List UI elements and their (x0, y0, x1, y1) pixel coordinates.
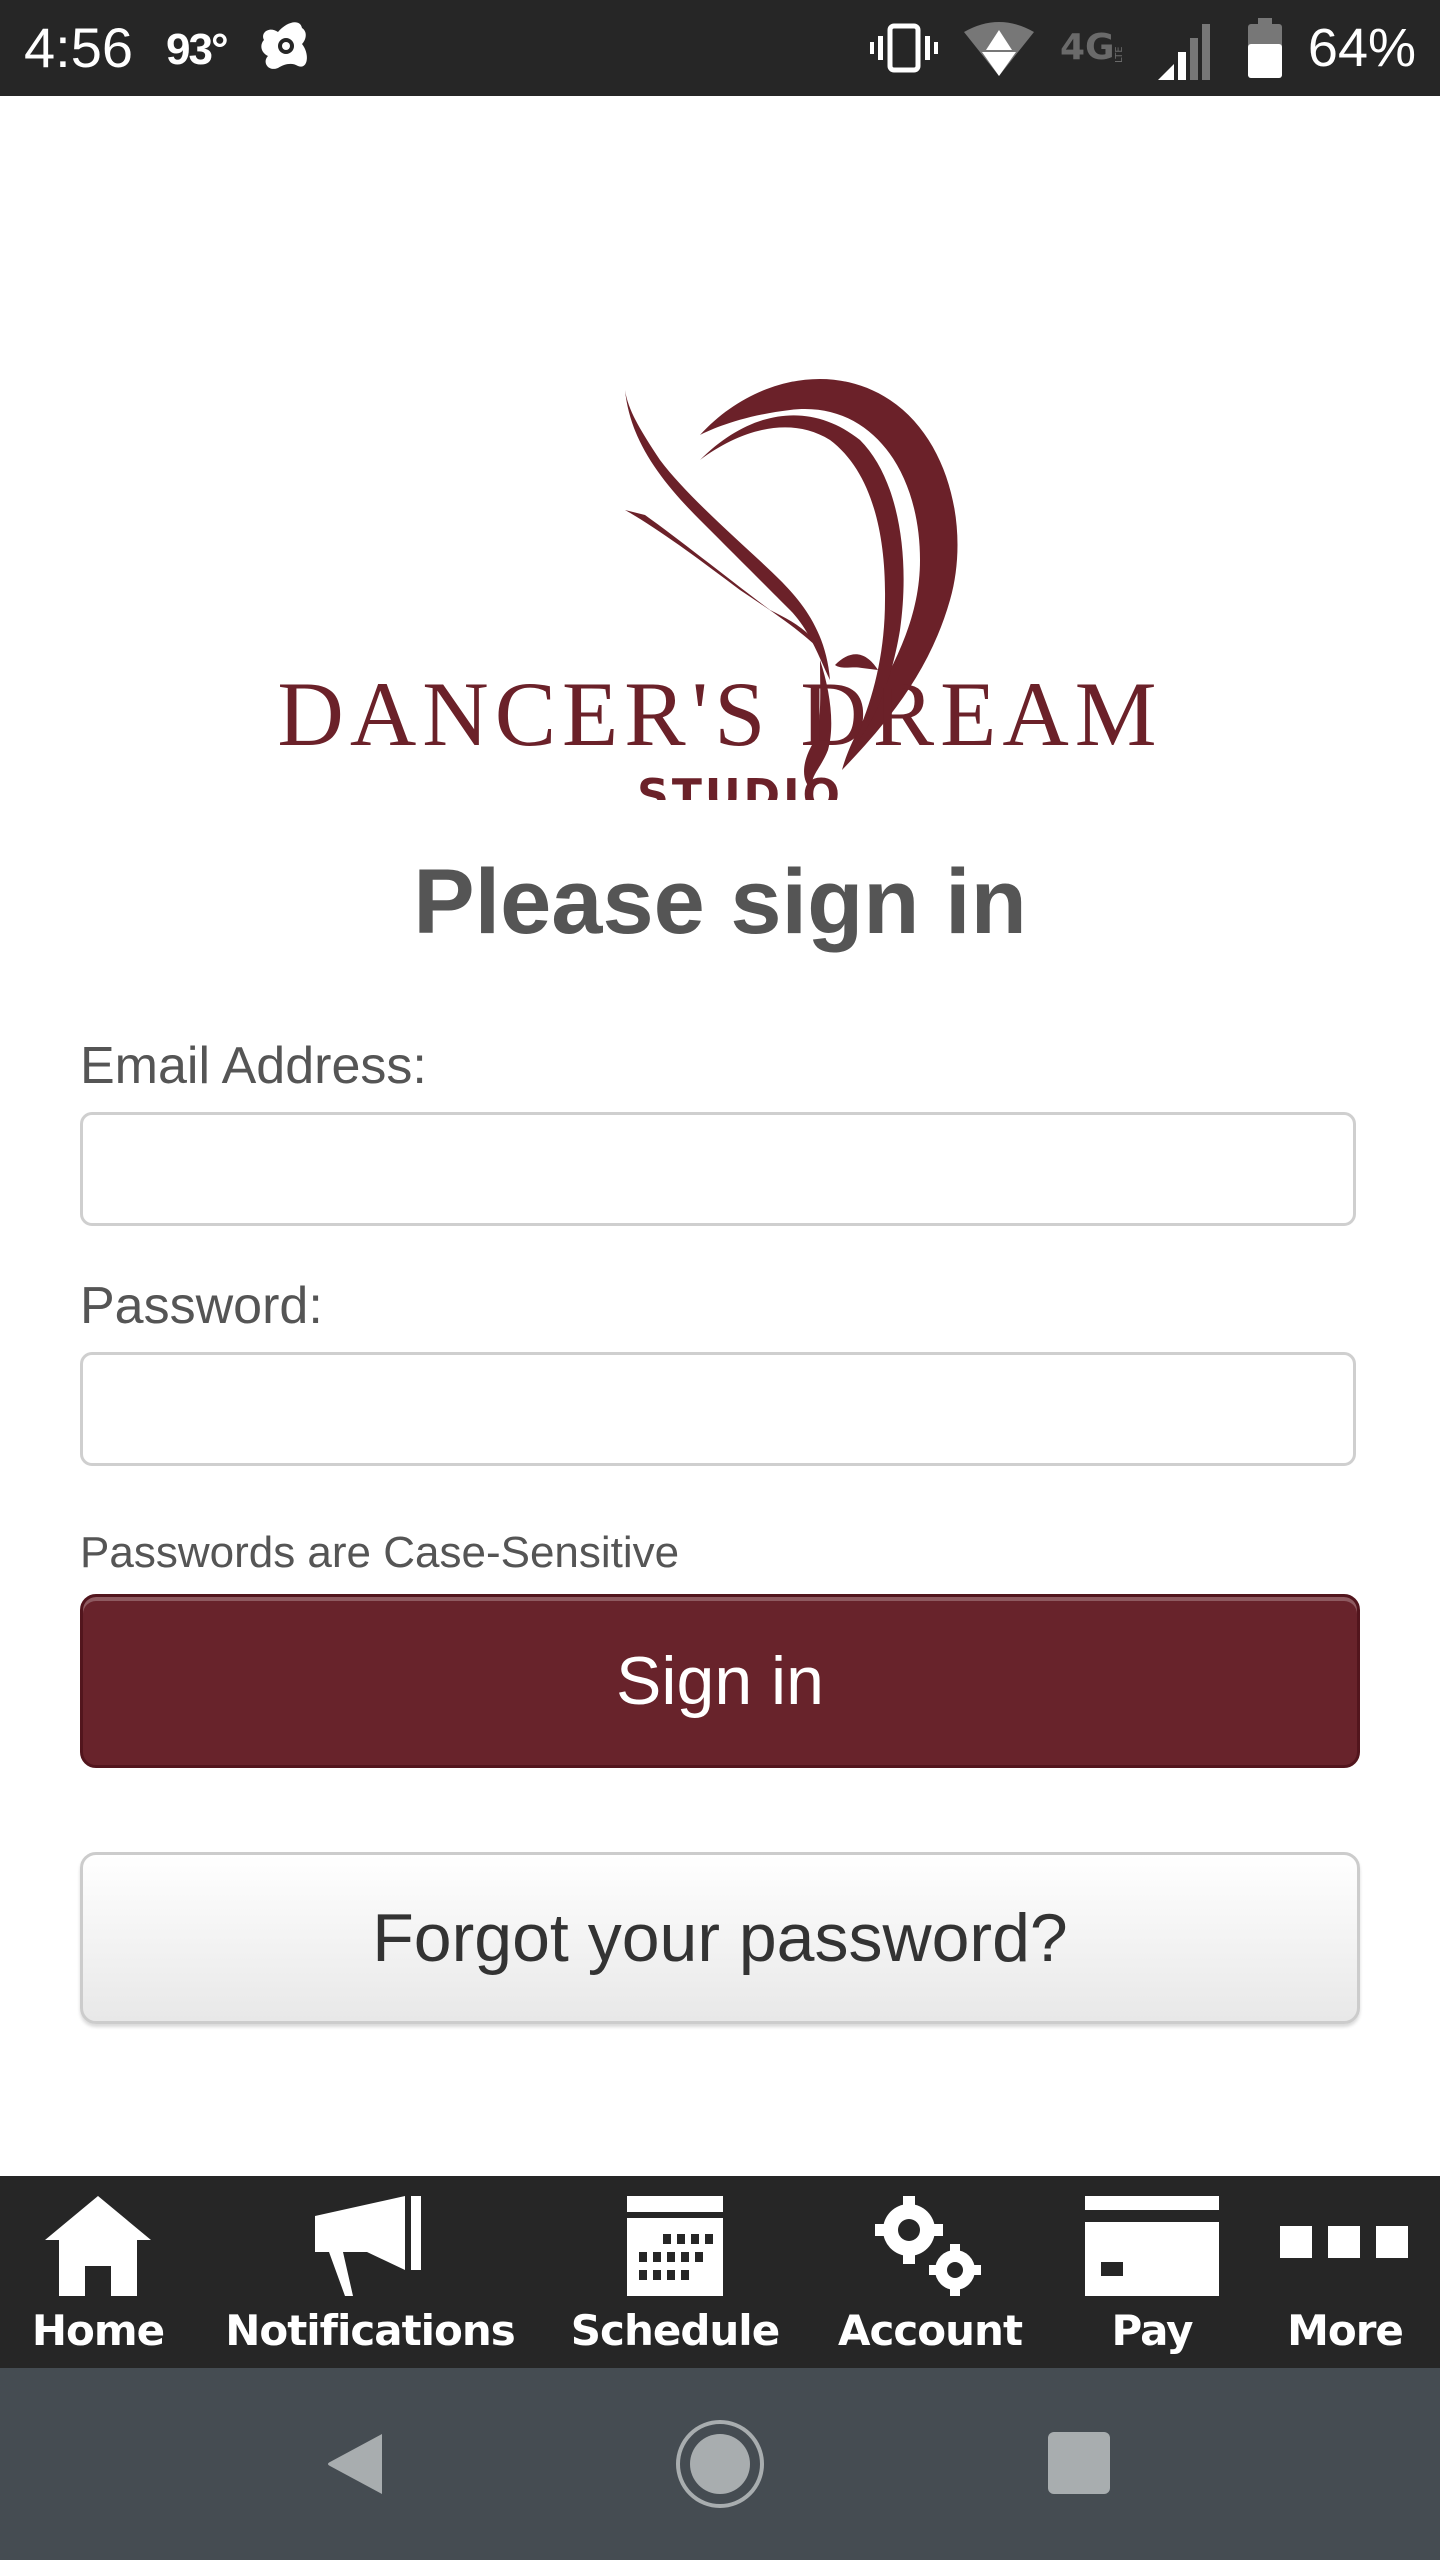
4g-lte-icon: 4G LTE (1060, 27, 1125, 68)
forgot-password-button[interactable]: Forgot your password? (80, 1852, 1360, 2024)
logo-brand-sub: STUDIO (637, 770, 843, 800)
signal-icon (1157, 24, 1210, 80)
tab-label: Schedule (570, 2306, 780, 2355)
avast-icon (261, 22, 307, 69)
password-input[interactable] (80, 1352, 1356, 1466)
home-button-icon[interactable] (674, 2418, 766, 2510)
bottom-tab-bar: Home Notifications Schedule Account Pay … (0, 2176, 1440, 2368)
tab-pay[interactable]: Pay (1054, 2176, 1250, 2368)
sign-in-button[interactable]: Sign in (80, 1594, 1360, 1768)
tab-label: Pay (1111, 2306, 1193, 2355)
status-time: 4:56 (24, 16, 133, 79)
password-hint: Passwords are Case-Sensitive (80, 1528, 680, 1577)
vibrate-icon (869, 23, 938, 73)
dancers-dream-logo: DANCER'S DREAM STUDIO (277, 378, 1162, 800)
svg-text:4G: 4G (1060, 27, 1115, 68)
system-nav-bar (0, 2368, 1440, 2560)
logo-brand-name: DANCER'S DREAM (277, 663, 1162, 765)
svg-text:LTE: LTE (1114, 46, 1125, 63)
tab-notifications[interactable]: Notifications (196, 2176, 544, 2368)
home-icon (45, 2196, 151, 2296)
credit-card-icon (1085, 2196, 1219, 2296)
recents-icon[interactable] (1048, 2432, 1110, 2494)
status-bar: 4:56 93° 4G LTE 64% (0, 0, 1440, 96)
status-temperature: 93° (166, 25, 229, 74)
wifi-icon (963, 22, 1034, 76)
more-icon (1280, 2226, 1408, 2258)
calendar-icon (627, 2196, 723, 2296)
tab-label: Notifications (225, 2306, 516, 2355)
password-label: Password: (80, 1277, 323, 1335)
battery-icon (1247, 18, 1282, 78)
gears-icon (875, 2196, 981, 2296)
tab-account[interactable]: Account (806, 2176, 1054, 2368)
email-input[interactable] (80, 1112, 1356, 1226)
battery-percent: 64% (1307, 18, 1416, 78)
email-label: Email Address: (80, 1037, 427, 1095)
tab-more[interactable]: More (1250, 2176, 1440, 2368)
tab-label: Home (31, 2306, 165, 2355)
tab-label: More (1287, 2306, 1404, 2355)
megaphone-icon (315, 2196, 421, 2296)
back-icon[interactable] (326, 2432, 386, 2496)
tab-schedule[interactable]: Schedule (544, 2176, 806, 2368)
page-title: Please sign in (413, 851, 1027, 953)
tab-label: Account (837, 2306, 1023, 2355)
tab-home[interactable]: Home (0, 2176, 196, 2368)
